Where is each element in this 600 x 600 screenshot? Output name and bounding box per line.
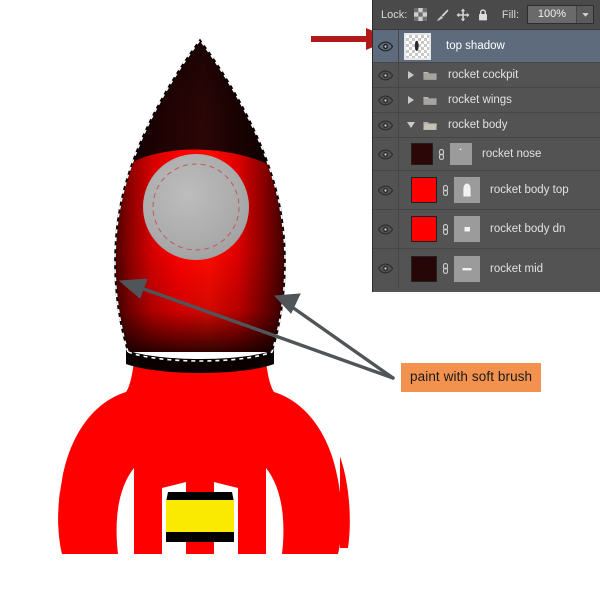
layer-content-top-shadow[interactable]: top shadow xyxy=(399,30,600,62)
layer-visibility-toggle[interactable] xyxy=(373,30,399,62)
fill-value[interactable]: 100% xyxy=(528,6,576,23)
layers-panel-toolbar: Lock: Fill: 100% xyxy=(373,0,600,30)
layer-visibility-toggle[interactable] xyxy=(373,210,399,248)
layer-label: rocket body dn xyxy=(490,223,566,235)
fill-control-group: Fill: 100% xyxy=(502,5,594,24)
layer-label: top shadow xyxy=(446,40,505,52)
group-collapse-arrow-icon[interactable] xyxy=(404,122,418,128)
layer-mask-link-icon[interactable] xyxy=(437,148,446,161)
layer-content-rocket-mid[interactable]: rocket mid xyxy=(399,249,600,288)
layer-vector-mask-thumbnail[interactable] xyxy=(454,255,480,282)
layer-row-rocket-mid[interactable]: rocket mid xyxy=(373,249,600,288)
layer-visibility-toggle[interactable] xyxy=(373,63,399,87)
lock-image-pixels-brush-icon[interactable] xyxy=(435,8,449,21)
layer-mask-link-icon[interactable] xyxy=(441,223,450,236)
layer-row-rocket-wings[interactable]: rocket wings xyxy=(373,88,600,113)
layer-label: rocket body xyxy=(448,119,508,131)
layers-panel: Lock: Fill: 100% top shadow rocket cockp… xyxy=(372,0,600,292)
layer-thumbnail-fill-color[interactable] xyxy=(411,177,437,203)
layer-list: top shadow rocket cockpit rocket wings r… xyxy=(373,30,600,288)
layer-row-rocket-cockpit[interactable]: rocket cockpit xyxy=(373,63,600,88)
layer-vector-mask-thumbnail[interactable] xyxy=(454,216,480,242)
layer-visibility-toggle[interactable] xyxy=(373,88,399,112)
layer-label: rocket nose xyxy=(482,148,542,160)
lock-position-move-icon[interactable] xyxy=(456,8,470,22)
rocket-porthole xyxy=(143,154,249,260)
layer-thumbnail-fill-color[interactable] xyxy=(411,216,437,242)
layer-thumbnail-transparent[interactable] xyxy=(404,32,431,60)
layer-vector-mask-thumbnail[interactable] xyxy=(454,177,480,203)
layer-label: rocket wings xyxy=(448,94,512,106)
rocket-fins xyxy=(58,360,342,560)
layer-visibility-toggle[interactable] xyxy=(373,113,399,137)
lock-label: Lock: xyxy=(381,8,408,21)
layer-label: rocket body top xyxy=(490,184,569,196)
layer-content-rocket-cockpit[interactable]: rocket cockpit xyxy=(399,63,600,87)
chevron-down-icon[interactable] xyxy=(576,6,593,23)
layer-label: rocket mid xyxy=(490,262,544,275)
layer-content-rocket-nose[interactable]: rocket nose xyxy=(399,138,600,170)
layer-content-rocket-body-top[interactable]: rocket body top xyxy=(399,171,600,209)
folder-open-icon xyxy=(423,120,437,131)
folder-icon xyxy=(423,70,437,81)
layer-vector-mask-thumbnail[interactable] xyxy=(450,143,472,165)
layer-row-rocket-body-top[interactable]: rocket body top xyxy=(373,171,600,210)
layer-visibility-toggle[interactable] xyxy=(373,249,399,288)
layer-content-rocket-wings[interactable]: rocket wings xyxy=(399,88,600,112)
folder-icon xyxy=(423,95,437,106)
layer-row-rocket-body-dn[interactable]: rocket body dn xyxy=(373,210,600,249)
layer-row-rocket-body-group[interactable]: rocket body xyxy=(373,113,600,138)
layer-visibility-toggle[interactable] xyxy=(373,171,399,209)
layer-thumbnail-fill-color[interactable] xyxy=(411,255,437,282)
layer-row-top-shadow[interactable]: top shadow xyxy=(373,30,600,63)
fill-label: Fill: xyxy=(501,8,519,21)
screenshot-root: paint with soft brush Lock: Fill: 100% t… xyxy=(0,0,600,600)
lock-buttons-group xyxy=(414,8,490,22)
group-expand-arrow-icon[interactable] xyxy=(404,96,418,104)
lock-all-padlock-icon[interactable] xyxy=(477,8,490,21)
layer-mask-link-icon[interactable] xyxy=(441,184,450,197)
layer-label: rocket cockpit xyxy=(448,69,519,81)
layer-content-rocket-body-group[interactable]: rocket body xyxy=(399,113,600,137)
layer-content-rocket-body-dn[interactable]: rocket body dn xyxy=(399,210,600,248)
layer-visibility-toggle[interactable] xyxy=(373,138,399,170)
layer-mask-link-icon[interactable] xyxy=(441,262,450,275)
callout-label: paint with soft brush xyxy=(401,363,542,392)
group-expand-arrow-icon[interactable] xyxy=(404,71,418,79)
lock-transparent-pixels-icon[interactable] xyxy=(414,8,428,21)
layer-thumbnail-fill-color[interactable] xyxy=(411,143,433,165)
layer-row-rocket-nose[interactable]: rocket nose xyxy=(373,138,600,171)
fill-field[interactable]: 100% xyxy=(527,5,594,24)
